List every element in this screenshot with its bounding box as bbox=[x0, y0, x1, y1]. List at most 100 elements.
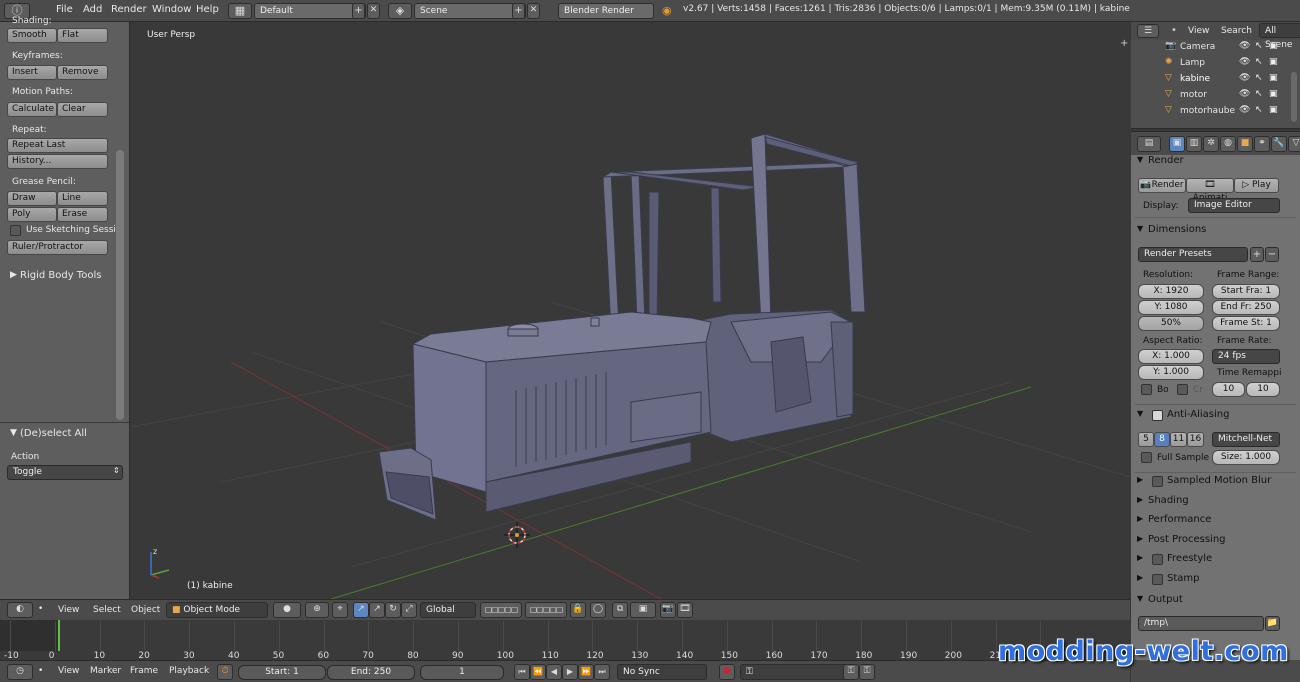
scene-tab-icon[interactable]: ✲ bbox=[1203, 136, 1219, 152]
render-tab-icon[interactable]: ▣ bbox=[1169, 136, 1185, 152]
data-tab-icon[interactable]: ▽ bbox=[1288, 136, 1300, 152]
border-checkbox[interactable] bbox=[1141, 384, 1152, 395]
3d-viewport[interactable]: User Persp + z (1) kabine bbox=[131, 22, 1130, 599]
render-engine-select[interactable]: Blender Render bbox=[558, 3, 654, 19]
selectable-cursor-icon[interactable]: ↖ bbox=[1255, 105, 1263, 115]
panel-expand-icon[interactable]: ▶ bbox=[1137, 573, 1143, 582]
timeline-marker-menu[interactable]: Marker bbox=[90, 666, 121, 676]
insert-keyframe-icon[interactable]: ⚿ bbox=[843, 664, 859, 680]
snap-element-icon[interactable]: ▣ bbox=[630, 602, 656, 618]
panel-expand-icon[interactable]: ▶ bbox=[1137, 475, 1143, 484]
outliner-item-label[interactable]: motorhaube bbox=[1180, 106, 1235, 116]
auto-keyframe-icon[interactable]: ● bbox=[719, 664, 735, 680]
resolution-percent-field[interactable]: 50% bbox=[1138, 316, 1204, 331]
panel-title[interactable]: Stamp bbox=[1167, 573, 1200, 584]
scene-select[interactable]: Scene bbox=[414, 3, 526, 19]
play-button[interactable]: ▷ Play bbox=[1234, 178, 1279, 193]
screen-layout-select[interactable]: Default bbox=[254, 3, 366, 19]
renderable-camera-icon[interactable]: ▣ bbox=[1269, 89, 1278, 99]
aspect-x-field[interactable]: X: 1.000 bbox=[1138, 349, 1204, 364]
renderable-camera-icon[interactable]: ▣ bbox=[1269, 73, 1278, 83]
timeline-frame-menu[interactable]: Frame bbox=[130, 666, 158, 676]
current-frame-field[interactable]: 1 bbox=[420, 665, 504, 680]
delete-keyframe-icon[interactable]: ⚿ bbox=[859, 664, 875, 680]
selectable-cursor-icon[interactable]: ↖ bbox=[1255, 89, 1263, 99]
resolution-x-field[interactable]: X: 1920 bbox=[1138, 284, 1204, 299]
scene-icon[interactable]: ◈ bbox=[388, 3, 412, 19]
panel-enable-checkbox[interactable] bbox=[1152, 574, 1163, 585]
aa-size-field[interactable]: Size: 1.000 bbox=[1212, 450, 1280, 465]
visibility-eye-icon[interactable]: 👁 bbox=[1239, 41, 1250, 51]
play-icon[interactable]: ▶ bbox=[562, 664, 578, 680]
menu-file[interactable]: File bbox=[56, 4, 73, 15]
poly-button[interactable]: Poly bbox=[7, 207, 57, 222]
mode-select[interactable]: ■ Object Mode bbox=[166, 602, 268, 618]
crop-checkbox[interactable] bbox=[1177, 384, 1188, 395]
panel-expand-icon[interactable]: ▶ bbox=[1137, 495, 1143, 504]
timeline-view-menu[interactable]: View bbox=[58, 666, 79, 676]
line-button[interactable]: Line bbox=[57, 191, 108, 206]
rigid-body-tools-panel[interactable]: Rigid Body Tools bbox=[20, 270, 101, 281]
menu-object[interactable]: Object bbox=[131, 605, 160, 615]
selectable-cursor-icon[interactable]: ↖ bbox=[1255, 73, 1263, 83]
draw-button[interactable]: Draw bbox=[7, 191, 57, 206]
menu-window[interactable]: Window bbox=[152, 4, 191, 15]
folder-icon[interactable]: 📁 bbox=[1265, 616, 1280, 631]
repeat-last-button[interactable]: Repeat Last bbox=[7, 138, 108, 153]
panel-expand-icon[interactable]: ▶ bbox=[1137, 534, 1143, 543]
outliner-view-menu[interactable]: View bbox=[1188, 26, 1209, 36]
modifiers-tab-icon[interactable]: 🔧 bbox=[1271, 136, 1287, 152]
aa-filter-select[interactable]: Mitchell-Net bbox=[1212, 432, 1280, 447]
animation-button[interactable]: 🎞Animati bbox=[1186, 178, 1234, 203]
play-reverse-icon[interactable]: ◀ bbox=[546, 664, 562, 680]
view3d-editor-icon[interactable]: ◐ bbox=[7, 602, 33, 618]
proportional-edit-icon[interactable]: ◯ bbox=[590, 602, 606, 618]
pivot-point-icon[interactable]: ⊕ bbox=[305, 602, 329, 618]
start-frame-field[interactable]: Start: 1 bbox=[238, 665, 326, 680]
timeline-editor-icon[interactable]: ◷ bbox=[7, 664, 33, 680]
toolshelf-scrollbar[interactable] bbox=[116, 150, 124, 420]
keying-set-select[interactable]: ⚿ bbox=[740, 664, 858, 680]
panel-expand-icon[interactable]: ▶ bbox=[1137, 553, 1143, 562]
aa-samples-5-button[interactable]: 5 bbox=[1138, 432, 1154, 447]
selectable-cursor-icon[interactable]: ↖ bbox=[1255, 57, 1263, 67]
output-path-field[interactable]: /tmp\ bbox=[1138, 616, 1264, 631]
flat-button[interactable]: Flat bbox=[57, 28, 108, 43]
translate-icon[interactable]: ↗ bbox=[353, 602, 369, 618]
snap-icon[interactable]: ⧉ bbox=[612, 602, 628, 618]
panel-title[interactable]: Shading bbox=[1148, 495, 1189, 506]
jump-start-icon[interactable]: ⏮ bbox=[514, 664, 530, 680]
outliner-item-label[interactable]: kabine bbox=[1180, 74, 1210, 84]
renderable-camera-icon[interactable]: ▣ bbox=[1269, 105, 1278, 115]
erase-button[interactable]: Erase bbox=[57, 207, 108, 222]
collapse-triangle-icon[interactable]: ▼ bbox=[10, 428, 17, 438]
sync-select[interactable]: No Sync bbox=[617, 664, 707, 680]
properties-editor-icon[interactable]: ▤ bbox=[1137, 136, 1161, 152]
output-collapse-icon[interactable]: ▼ bbox=[1137, 594, 1143, 603]
scale-icon[interactable]: ⤢ bbox=[401, 602, 417, 618]
outliner-row[interactable]: ▽ motorhaube 👁 ↖ ▣ bbox=[1131, 104, 1291, 120]
aspect-y-field[interactable]: Y: 1.000 bbox=[1138, 365, 1204, 380]
remove-preset-icon[interactable]: − bbox=[1265, 247, 1279, 262]
add-screen-icon[interactable]: + bbox=[352, 3, 365, 19]
full-sample-checkbox[interactable] bbox=[1141, 452, 1152, 463]
remove-scene-icon[interactable]: ✕ bbox=[527, 3, 540, 19]
timeline-playback-menu[interactable]: Playback bbox=[169, 666, 209, 676]
outliner-display-select[interactable]: All Scene bbox=[1259, 23, 1300, 50]
move-icon[interactable]: ↗ bbox=[369, 602, 385, 618]
end-frame-field[interactable]: End Fr: 250 bbox=[1212, 300, 1280, 315]
clear-paths-button[interactable]: Clear bbox=[57, 102, 108, 117]
outliner-row[interactable]: 📷 Camera 👁 ↖ ▣ bbox=[1131, 40, 1291, 56]
panel-expand-icon[interactable]: ▶ bbox=[1137, 514, 1143, 523]
layers-row-1[interactable]: ▢▢▢▢▢ bbox=[480, 602, 522, 618]
current-frame-indicator[interactable] bbox=[58, 620, 60, 651]
panel-enable-checkbox[interactable] bbox=[1152, 476, 1163, 487]
frame-rate-select[interactable]: 24 fps bbox=[1212, 349, 1280, 364]
render-panel-collapse-icon[interactable]: ▼ bbox=[1137, 155, 1143, 164]
menu-help[interactable]: Help bbox=[196, 4, 219, 15]
outliner-item-label[interactable]: motor bbox=[1180, 90, 1207, 100]
visibility-eye-icon[interactable]: 👁 bbox=[1239, 105, 1250, 115]
world-tab-icon[interactable]: ◍ bbox=[1220, 136, 1236, 152]
dimensions-collapse-icon[interactable]: ▼ bbox=[1137, 224, 1143, 233]
menu-render[interactable]: Render bbox=[111, 4, 147, 15]
